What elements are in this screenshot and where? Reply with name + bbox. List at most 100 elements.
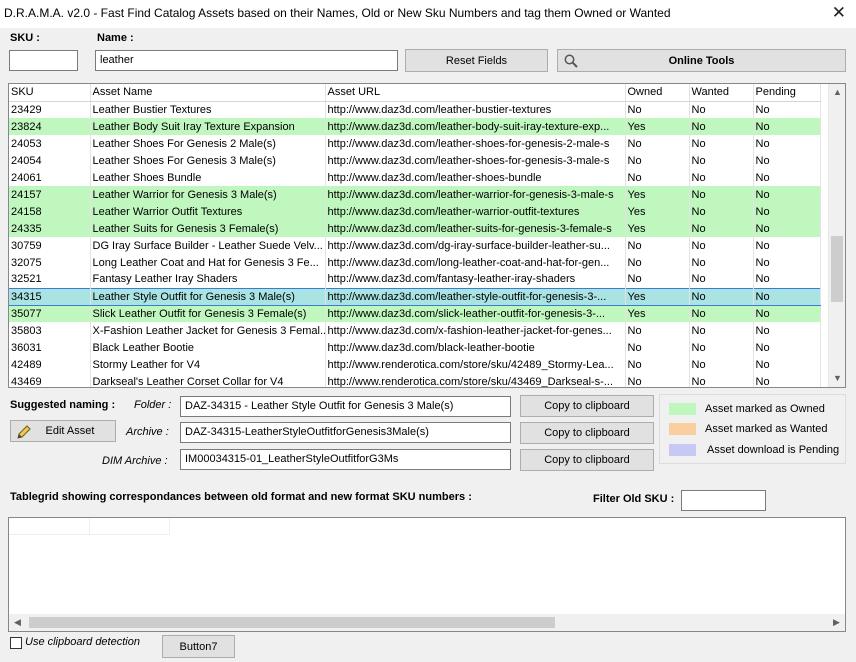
wanted-cell[interactable]: No — [689, 271, 754, 288]
table-row[interactable]: 32521 Fantasy Leather Iray Shaders http://… — [9, 271, 821, 288]
copy-dim-archive-button[interactable]: Copy to clipboard — [520, 449, 654, 471]
asset-url-cell[interactable]: http://www.daz3d.com/leather-suits-for-g… — [325, 220, 626, 237]
sku-cell[interactable]: 24335 — [9, 220, 91, 237]
asset-url-cell[interactable]: http://www.daz3d.com/leather-warrior-for… — [325, 186, 626, 203]
col-header-wanted[interactable]: Wanted — [689, 84, 754, 102]
asset-name-cell[interactable]: Leather Bustier Textures — [90, 101, 326, 118]
asset-name-cell[interactable]: Leather Suits for Genesis 3 Female(s) — [90, 220, 326, 237]
owned-cell[interactable]: Yes — [625, 305, 690, 322]
wanted-cell[interactable]: No — [689, 186, 754, 203]
scroll-down-icon[interactable]: ▼ — [829, 370, 845, 387]
sku-cell[interactable]: 24061 — [9, 169, 91, 186]
wanted-cell[interactable]: No — [689, 305, 754, 322]
sku-cell[interactable]: 24158 — [9, 203, 91, 220]
pending-cell[interactable]: No — [753, 118, 821, 135]
table-row[interactable]: 24061 Leather Shoes Bundle http://www.daz3… — [9, 169, 821, 186]
pending-cell[interactable]: No — [753, 305, 821, 322]
owned-cell[interactable]: No — [625, 101, 690, 118]
asset-name-cell[interactable]: DG Iray Surface Builder - Leather Suede … — [90, 237, 326, 254]
owned-cell[interactable]: No — [625, 271, 690, 288]
asset-url-cell[interactable]: http://www.renderotica.com/store/sku/434… — [325, 373, 626, 387]
pending-cell[interactable]: No — [753, 254, 821, 271]
asset-name-cell[interactable]: Leather Warrior for Genesis 3 Male(s) — [90, 186, 326, 203]
asset-name-cell[interactable]: Leather Shoes For Genesis 3 Male(s) — [90, 152, 326, 169]
asset-name-cell[interactable]: Leather Shoes For Genesis 2 Male(s) — [90, 135, 326, 152]
sku-cell[interactable]: 30759 — [9, 237, 91, 254]
sku-cell[interactable]: 23429 — [9, 101, 91, 118]
owned-cell[interactable]: Yes — [625, 287, 690, 306]
scroll-left-icon[interactable]: ◀ — [9, 614, 26, 631]
button7[interactable]: Button7 — [162, 635, 235, 658]
scroll-up-icon[interactable]: ▲ — [829, 84, 845, 101]
table-row[interactable]: 24335 Leather Suits for Genesis 3 Female(… — [9, 220, 821, 237]
table-row[interactable]: 35077 Slick Leather Outfit for Genesis 3 … — [9, 305, 821, 322]
asset-name-cell[interactable]: X-Fashion Leather Jacket for Genesis 3 F… — [90, 322, 326, 339]
wanted-cell[interactable]: No — [689, 237, 754, 254]
correspondence-grid[interactable]: ◀ ▶ — [8, 517, 846, 632]
pending-cell[interactable]: No — [753, 169, 821, 186]
copy-archive-button[interactable]: Copy to clipboard — [520, 422, 654, 444]
pending-cell[interactable]: No — [753, 220, 821, 237]
owned-cell[interactable]: No — [625, 169, 690, 186]
asset-url-cell[interactable]: http://www.daz3d.com/dg-iray-surface-bui… — [325, 237, 626, 254]
copy-folder-button[interactable]: Copy to clipboard — [520, 395, 654, 417]
col-header-asset-url[interactable]: Asset URL — [325, 84, 626, 102]
pending-cell[interactable]: No — [753, 322, 821, 339]
correspondence-horizontal-scrollbar[interactable]: ◀ ▶ — [9, 614, 845, 631]
owned-cell[interactable]: No — [625, 356, 690, 373]
clipboard-detection-label[interactable]: Use clipboard detection — [25, 636, 140, 648]
wanted-cell[interactable]: No — [689, 220, 754, 237]
horizontal-scrollbar-thumb[interactable] — [29, 617, 555, 628]
reset-fields-button[interactable]: Reset Fields — [405, 49, 548, 72]
clipboard-detection-checkbox[interactable] — [10, 637, 22, 649]
scrollbar-thumb[interactable] — [831, 236, 843, 302]
asset-name-cell[interactable]: Stormy Leather for V4 — [90, 356, 326, 373]
asset-name-cell[interactable]: Leather Body Suit Iray Texture Expansion — [90, 118, 326, 135]
owned-cell[interactable]: Yes — [625, 186, 690, 203]
sku-cell[interactable]: 32521 — [9, 271, 91, 288]
close-icon[interactable]: ✕ — [832, 3, 846, 23]
asset-name-cell[interactable]: Leather Style Outfit for Genesis 3 Male(… — [90, 287, 326, 306]
pending-cell[interactable]: No — [753, 237, 821, 254]
pending-cell[interactable]: No — [753, 356, 821, 373]
pending-cell[interactable]: No — [753, 271, 821, 288]
wanted-cell[interactable]: No — [689, 356, 754, 373]
owned-cell[interactable]: No — [625, 135, 690, 152]
asset-url-cell[interactable]: http://www.daz3d.com/long-leather-coat-a… — [325, 254, 626, 271]
online-tools-button[interactable]: Online Tools — [557, 49, 846, 72]
asset-url-cell[interactable]: http://www.daz3d.com/leather-body-suit-i… — [325, 118, 626, 135]
wanted-cell[interactable]: No — [689, 373, 754, 387]
owned-cell[interactable]: No — [625, 254, 690, 271]
owned-cell[interactable]: No — [625, 322, 690, 339]
sku-cell[interactable]: 23824 — [9, 118, 91, 135]
asset-name-cell[interactable]: Fantasy Leather Iray Shaders — [90, 271, 326, 288]
asset-url-cell[interactable]: http://www.daz3d.com/leather-warrior-out… — [325, 203, 626, 220]
asset-url-cell[interactable]: http://www.daz3d.com/slick-leather-outfi… — [325, 305, 626, 322]
table-row[interactable]: 24157 Leather Warrior for Genesis 3 Male(… — [9, 186, 821, 203]
table-row[interactable]: 36031 Black Leather Bootie http://www.daz3… — [9, 339, 821, 356]
asset-url-cell[interactable]: http://www.daz3d.com/x-fashion-leather-j… — [325, 322, 626, 339]
pending-cell[interactable]: No — [753, 152, 821, 169]
table-row[interactable]: 43469 Darkseal's Leather Corset Collar fo… — [9, 373, 821, 387]
asset-url-cell[interactable]: http://www.daz3d.com/black-leather-booti… — [325, 339, 626, 356]
wanted-cell[interactable]: No — [689, 118, 754, 135]
owned-cell[interactable]: No — [625, 152, 690, 169]
sku-cell[interactable]: 34315 — [9, 287, 91, 306]
wanted-cell[interactable]: No — [689, 254, 754, 271]
asset-url-cell[interactable]: http://www.daz3d.com/leather-bustier-tex… — [325, 101, 626, 118]
table-row[interactable]: 23429 Leather Bustier Textures http://www.… — [9, 101, 821, 118]
table-row[interactable]: 34315 Leather Style Outfit for Genesis 3 … — [9, 287, 821, 306]
table-row[interactable]: 24054 Leather Shoes For Genesis 3 Male(s)… — [9, 152, 821, 169]
asset-url-cell[interactable]: http://www.daz3d.com/leather-style-outfi… — [325, 287, 626, 306]
pending-cell[interactable]: No — [753, 101, 821, 118]
table-row[interactable]: 24053 Leather Shoes For Genesis 2 Male(s)… — [9, 135, 821, 152]
asset-url-cell[interactable]: http://www.daz3d.com/leather-shoes-for-g… — [325, 135, 626, 152]
sku-cell[interactable]: 32075 — [9, 254, 91, 271]
table-row[interactable]: 32075 Long Leather Coat and Hat for Genes… — [9, 254, 821, 271]
asset-name-cell[interactable]: Darkseal's Leather Corset Collar for V4 — [90, 373, 326, 387]
table-row[interactable]: 42489 Stormy Leather for V4 http://www.ren… — [9, 356, 821, 373]
asset-name-cell[interactable]: Leather Warrior Outfit Textures — [90, 203, 326, 220]
wanted-cell[interactable]: No — [689, 322, 754, 339]
sku-cell[interactable]: 43469 — [9, 373, 91, 387]
owned-cell[interactable]: No — [625, 339, 690, 356]
